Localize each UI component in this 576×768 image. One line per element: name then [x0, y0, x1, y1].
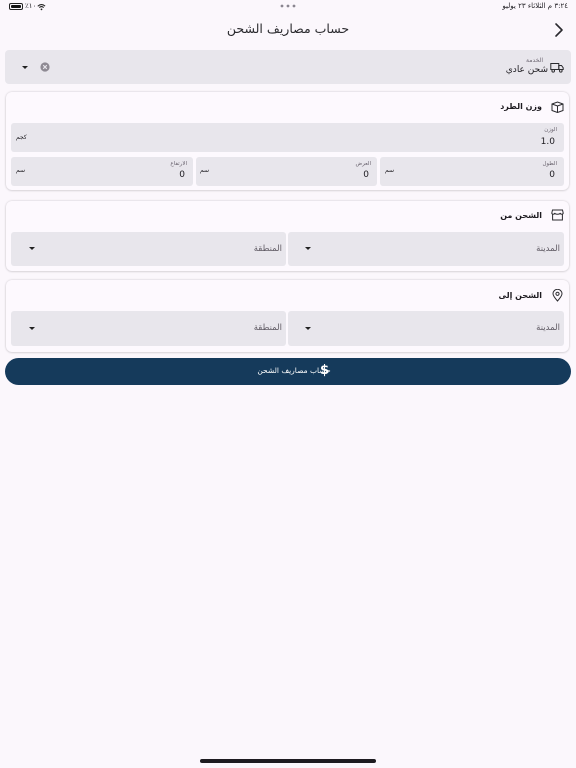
- chevron-down-icon[interactable]: [29, 327, 35, 330]
- length-label: الطول: [542, 161, 557, 167]
- weight-label: الوزن: [544, 127, 557, 133]
- ship-from-region-dropdown[interactable]: [11, 232, 286, 266]
- height-value: 0: [179, 170, 185, 180]
- width-unit: سم: [200, 167, 210, 174]
- calculate-shipping-label: حساب مصاريف الشحن: [257, 366, 331, 375]
- weight-value: 1.0: [540, 137, 555, 147]
- length-unit: سم: [385, 167, 395, 174]
- ship-from-city-dropdown[interactable]: [288, 232, 564, 266]
- weight-field[interactable]: [11, 123, 564, 152]
- length-field[interactable]: [380, 157, 564, 186]
- box-icon: [551, 101, 564, 113]
- width-value: 0: [363, 170, 369, 180]
- ship-from-city-placeholder: المدينة: [536, 244, 560, 254]
- home-indicator[interactable]: [200, 759, 376, 763]
- weight-unit: كجم: [16, 134, 27, 141]
- status-time-date: ٣:٢٤ م الثلاثاء ٢٣ يوليو: [502, 2, 568, 10]
- page-title: حساب مصاريف الشحن: [226, 21, 350, 36]
- multitask-dots-icon[interactable]: [279, 4, 297, 8]
- ship-to-city-dropdown[interactable]: [288, 311, 564, 346]
- ship-to-city-placeholder: المدينة: [536, 323, 560, 333]
- ship-from-title: الشحن من: [500, 211, 542, 220]
- store-icon: [551, 209, 564, 221]
- length-value: 0: [549, 170, 555, 180]
- width-label: العرض: [355, 161, 371, 167]
- service-dropdown[interactable]: الخدمة: [5, 50, 571, 84]
- width-field[interactable]: [196, 157, 377, 186]
- truck-icon: [550, 63, 564, 73]
- chevron-down-icon[interactable]: [305, 247, 311, 250]
- ship-from-region-placeholder: المنطقة: [253, 244, 282, 254]
- service-label: الخدمة: [526, 57, 543, 64]
- ship-to-title: الشحن إلى: [498, 291, 542, 300]
- chevron-down-icon[interactable]: [305, 327, 311, 330]
- height-unit: سم: [16, 167, 26, 174]
- chevron-down-icon[interactable]: [22, 66, 28, 69]
- height-field[interactable]: [11, 157, 193, 186]
- height-label: الارتفاع: [170, 161, 187, 167]
- battery-icon: [9, 3, 23, 10]
- location-pin-icon: [552, 289, 563, 302]
- ship-to-region-placeholder: المنطقة: [253, 323, 282, 333]
- chevron-down-icon[interactable]: [29, 247, 35, 250]
- clear-icon[interactable]: [40, 62, 50, 72]
- package-weight-title: وزن الطرد: [500, 102, 542, 111]
- dollar-icon: $: [320, 363, 330, 378]
- wifi-icon: [37, 3, 46, 11]
- ship-to-region-dropdown[interactable]: [11, 311, 286, 346]
- service-value: شحن عادي: [505, 65, 548, 75]
